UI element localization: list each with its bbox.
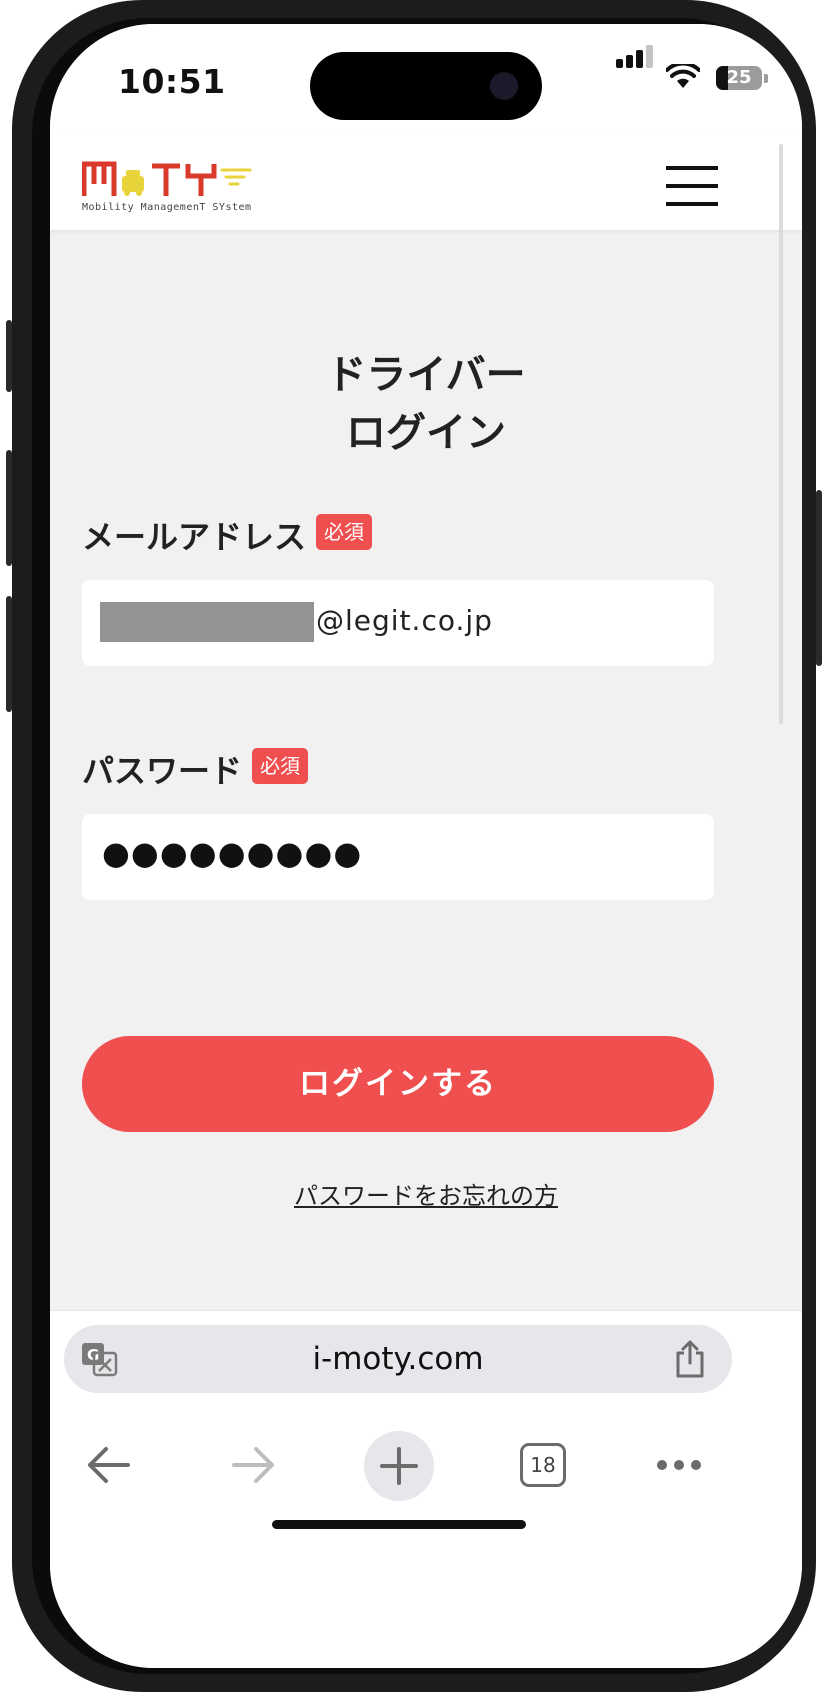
email-value: @legit.co.jp [316,604,493,637]
camera-icon [490,72,518,100]
phone-frame: 10:51 25 Mobility ManagemenT SYstem ドライバ… [6,0,822,1692]
logo-subtitle: Mobility ManagemenT SYstem [82,202,252,213]
url-text: i-moty.com [312,1341,484,1377]
status-time: 10:51 [118,62,226,101]
dynamic-island [310,52,542,120]
plus-icon [380,1447,418,1485]
password-value: ●●●●●●●●● [102,834,363,872]
forgot-password-link[interactable]: パスワードをお忘れの方 [294,1182,558,1210]
password-label: パスワード [82,752,243,790]
browser-toolbar: G i-moty.com 18 [50,1310,802,1668]
browser-nav-row: 18 [50,1411,802,1521]
password-required-badge: 必須 [252,748,308,784]
share-icon[interactable] [672,1339,708,1379]
battery-level: 25 [726,67,752,88]
hamburger-menu-icon[interactable] [666,166,718,206]
forgot-password-link-wrap: パスワードをお忘れの方 [50,1176,802,1211]
new-tab-plus-icon[interactable] [364,1431,434,1501]
page-title-line2: ログイン [346,410,506,456]
password-field[interactable]: ●●●●●●●●● [82,814,714,900]
battery-tip [764,74,768,83]
power-button [816,490,822,666]
tabs-icon[interactable]: 18 [520,1443,566,1487]
back-arrow-icon[interactable] [84,1445,132,1485]
action-button [6,320,12,392]
wifi-icon [666,64,700,88]
email-field[interactable]: @legit.co.jp [82,580,714,666]
moty-logo[interactable] [82,160,254,200]
volume-down-button [6,596,12,712]
home-indicator[interactable] [272,1520,526,1529]
volume-up-button [6,450,12,566]
status-bar: 10:51 25 [50,24,802,134]
email-label: メールアドレス [82,518,307,556]
screen: 10:51 25 Mobility ManagemenT SYstem ドライバ… [50,24,802,1668]
page-title: ドライバー ログイン [50,346,802,462]
page-title-line1: ドライバー [326,352,526,398]
login-button[interactable]: ログインする [82,1036,714,1132]
tab-count: 18 [520,1443,566,1487]
more-icon[interactable] [656,1459,702,1471]
site-header: Mobility ManagemenT SYstem [50,134,802,230]
forward-arrow-icon[interactable] [230,1445,278,1485]
address-bar[interactable]: G i-moty.com [64,1325,732,1393]
email-required-badge: 必須 [316,514,372,550]
redacted-block [100,602,314,642]
battery-icon: 25 [716,66,762,90]
